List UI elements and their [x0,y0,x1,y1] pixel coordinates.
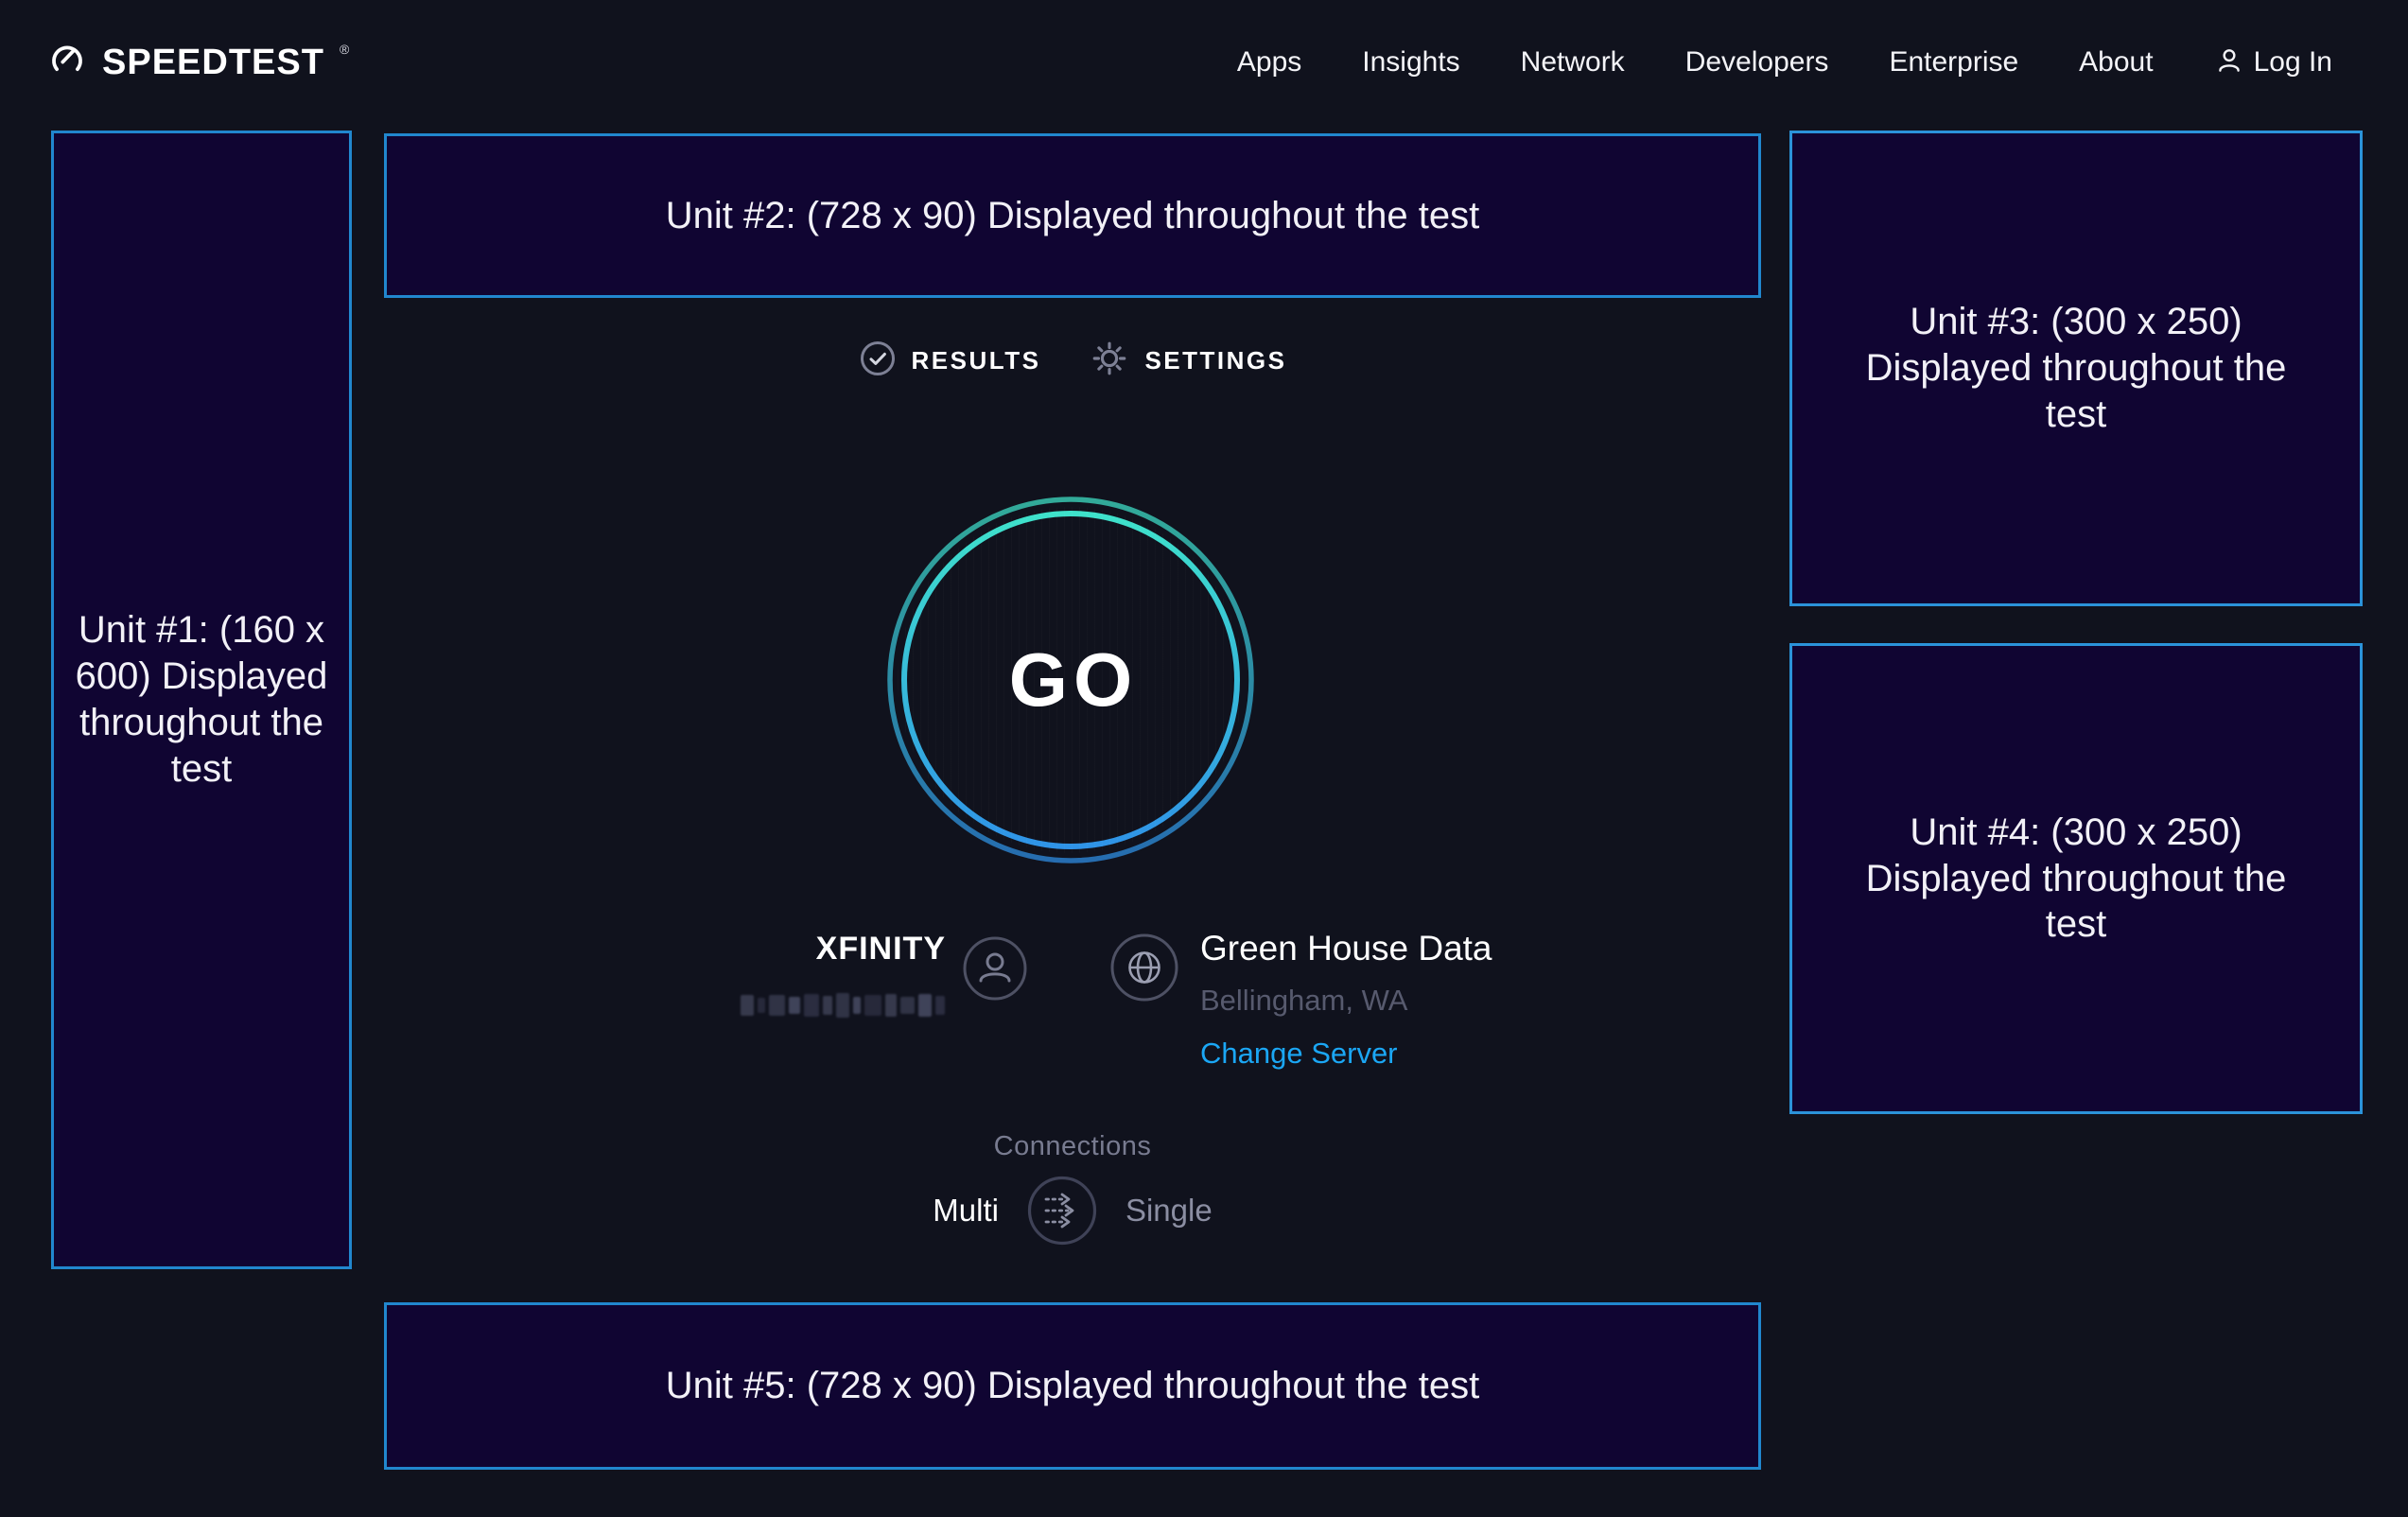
ad-unit-2-label: Unit #2: (728 x 90) Displayed throughout… [666,193,1480,239]
go-button[interactable]: GO [886,496,1255,864]
ad-unit-3-label: Unit #3: (300 x 250) Displayed throughou… [1834,299,2318,437]
speedtest-logo[interactable]: SPEEDTEST ® [45,39,347,87]
speedtest-page: SPEEDTEST ® Apps Insights Network Develo… [0,0,2408,1517]
connections-option-multi[interactable]: Multi [933,1193,999,1229]
go-button-label: GO [1003,636,1138,724]
tab-results-label: RESULTS [912,346,1041,375]
nav-item-apps[interactable]: Apps [1237,46,1301,78]
connections-label: Connections [384,1131,1761,1162]
multi-connection-arrows-icon[interactable] [1027,1176,1097,1246]
nav-item-enterprise[interactable]: Enterprise [1889,46,2018,78]
tab-results[interactable]: RESULTS [859,340,1041,382]
tab-settings-label: SETTINGS [1144,346,1286,375]
ad-unit-5: Unit #5: (728 x 90) Displayed throughout… [384,1302,1761,1470]
logo-wordmark: SPEEDTEST [102,43,324,83]
tab-settings[interactable]: SETTINGS [1090,339,1286,383]
ad-unit-3: Unit #3: (300 x 250) Displayed throughou… [1789,131,2363,606]
server-location: Bellingham, WA [1200,984,1492,1018]
header: SPEEDTEST ® Apps Insights Network Develo… [45,32,2332,93]
go-button-face: GO [898,507,1244,853]
user-circle-icon [963,936,1027,1005]
ad-unit-1-label: Unit #1: (160 x 600) Displayed throughou… [67,607,336,792]
ad-unit-4-label: Unit #4: (300 x 250) Displayed throughou… [1834,810,2318,948]
top-nav: Apps Insights Network Developers Enterpr… [1237,45,2332,80]
connections-toggle-row: Multi Single [384,1176,1761,1246]
server-info: Green House Data Bellingham, WA Change S… [1200,929,1492,1071]
nav-item-about[interactable]: About [2079,46,2153,78]
login-button[interactable]: Log In [2214,45,2332,80]
login-label: Log In [2254,46,2332,78]
ad-unit-5-label: Unit #5: (728 x 90) Displayed throughout… [666,1363,1480,1409]
isp-name[interactable]: XFINITY [662,931,946,968]
ad-unit-1: Unit #1: (160 x 600) Displayed throughou… [51,131,352,1269]
check-circle-icon [859,340,897,382]
speedometer-gauge-icon [45,39,89,87]
connections-option-single[interactable]: Single [1125,1193,1213,1229]
nav-item-network[interactable]: Network [1521,46,1625,78]
user-icon [2214,45,2244,80]
nav-item-developers[interactable]: Developers [1685,46,1829,78]
change-server-link[interactable]: Change Server [1200,1037,1492,1071]
globe-circle-icon [1110,933,1178,1006]
nav-item-insights[interactable]: Insights [1362,46,1459,78]
redacted-ip-address [741,991,945,1020]
registered-trademark: ® [340,42,349,57]
ad-unit-4: Unit #4: (300 x 250) Displayed throughou… [1789,643,2363,1114]
results-settings-tabs: RESULTS SETTI [384,339,1761,383]
ad-unit-2: Unit #2: (728 x 90) Displayed throughout… [384,133,1761,298]
server-name: Green House Data [1200,929,1492,968]
gear-icon [1090,339,1129,383]
